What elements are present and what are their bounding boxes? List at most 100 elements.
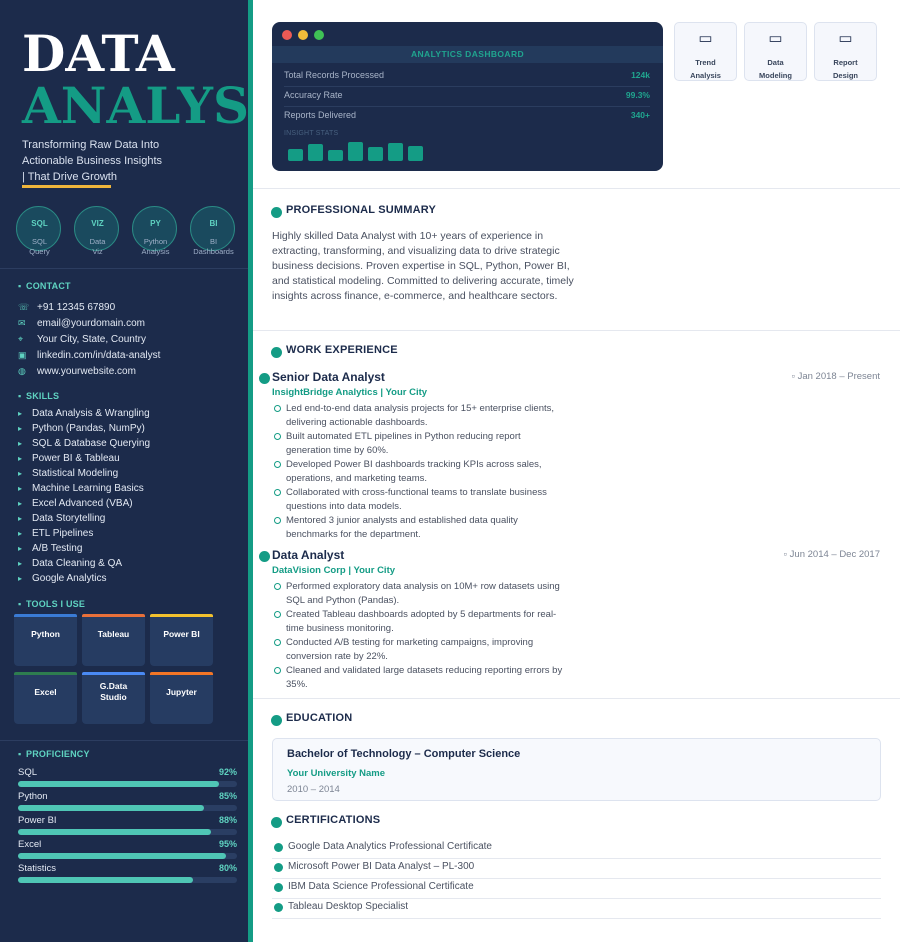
skill-check-icon: ▸ (18, 424, 23, 433)
job-bullet: Led end-to-end data analysis projects fo… (286, 403, 555, 428)
certification-item: IBM Data Science Professional Certificat… (272, 879, 881, 899)
feature-label: Data Modeling (759, 58, 792, 80)
proficiency-value: 95% (218, 839, 237, 849)
skill-check-icon: ▸ (18, 484, 23, 493)
proficiency-track (18, 877, 237, 883)
proficiency-fill (18, 877, 194, 883)
skill-check-icon: ▸ (18, 409, 23, 418)
tool-color-bar (150, 672, 213, 675)
bullet-ring-icon (274, 489, 281, 496)
tool-color-bar (150, 614, 213, 617)
tool-excel: Excel (14, 672, 77, 724)
tool-color-bar (82, 614, 145, 617)
job-company: InsightBridge Analytics | Your City (272, 387, 428, 398)
proficiency-value: 80% (218, 863, 237, 873)
contact-phone[interactable]: ☏ +91 12345 67890 (18, 302, 115, 316)
dashboard-row: Total Records Processed 124k (284, 70, 650, 80)
proficiency-fill (18, 781, 220, 787)
badge-label: Python Analysis (141, 237, 170, 256)
skill-item: ▸ Power BI & Tableau (18, 453, 120, 464)
tool-name: Excel (34, 687, 57, 697)
tool-tableau: Tableau (82, 614, 145, 666)
feature-label: Trend Analysis (690, 58, 721, 80)
skill-item: ▸ Data Storytelling (18, 513, 106, 524)
proficiency-python: Python 85% (18, 791, 237, 817)
contact-email[interactable]: ✉ email@yourdomain.com (18, 318, 145, 332)
tool-color-bar (14, 672, 77, 675)
skill-badges: SQL SQL Query VIZ Data Viz PY Python Analys… (16, 206, 240, 256)
section-marker-dot (271, 207, 282, 218)
proficiency-label: Statistics (18, 863, 57, 874)
phone-icon: ☏ (18, 302, 30, 312)
insight-bar (328, 150, 343, 161)
section-marker-dot (271, 715, 282, 726)
dashboard-row: Accuracy Rate 99.3% (284, 90, 650, 100)
job-bullet: Performed exploratory data analysis on 1… (286, 581, 560, 606)
skill-item: ▸ Data Cleaning & QA (18, 558, 123, 569)
job-title: Senior Data Analyst (272, 370, 385, 384)
cert-badge-icon (274, 863, 283, 872)
summary-heading: PROFESSIONAL SUMMARY (286, 204, 437, 216)
badge-abbr: PY (150, 219, 161, 228)
tagline-line-3: | That Drive Growth (22, 171, 117, 183)
certification-item: Microsoft Power BI Data Analyst – PL-300 (272, 859, 881, 879)
tagline-line-1: Transforming Raw Data Into (22, 139, 160, 151)
dashboard-title: ANALYTICS DASHBOARD (272, 46, 663, 63)
skill-check-icon: ▸ (18, 469, 23, 478)
certifications-heading: CERTIFICATIONS (286, 814, 381, 826)
education-university: Your University Name (287, 768, 386, 779)
proficiency-value: 85% (218, 791, 237, 801)
skill-item: ▸ Statistical Modeling (18, 468, 119, 479)
skill-item: ▸ ETL Pipelines (18, 528, 94, 539)
dashboard-row-divider (284, 106, 650, 107)
certification-item: Tableau Desktop Specialist (272, 899, 881, 919)
report-icon: ▭ (838, 30, 853, 47)
proficiency-fill (18, 829, 211, 835)
badge-abbr: SQL (31, 219, 48, 228)
section-divider (253, 330, 900, 331)
badge-python: PY Python Analysis (132, 206, 177, 256)
job-marker-dot (259, 551, 270, 562)
proficiency-fill (18, 853, 227, 859)
email-icon: ✉ (18, 318, 26, 328)
contact-heading-icon: ▪ (18, 281, 22, 291)
proficiency-track (18, 853, 237, 859)
badge-viz: VIZ Data Viz (74, 206, 119, 256)
badge-label: BI Dashboards (193, 237, 234, 256)
bullet-ring-icon (274, 517, 281, 524)
tool-name: Power BI (163, 629, 200, 639)
section-divider (253, 188, 900, 189)
tool-name: Tableau (97, 629, 130, 639)
proficiency-label: Python (18, 791, 48, 802)
skill-check-icon: ▸ (18, 454, 23, 463)
badge-abbr: VIZ (91, 219, 104, 228)
proficiency-track (18, 829, 237, 835)
job-date: ▫ Jan 2018 – Present (791, 371, 880, 382)
badge-sql: SQL SQL Query (16, 206, 61, 256)
tagline: Transforming Raw Data Into Actionable Bu… (22, 137, 222, 185)
feature-label: Report Design (832, 58, 858, 80)
dashboard-row-divider (284, 86, 650, 87)
job-bullet: Built automated ETL pipelines in Python … (286, 431, 521, 456)
proficiency-track (18, 781, 237, 787)
proficiency-track (18, 805, 237, 811)
proficiency-value: 88% (218, 815, 237, 825)
hero-title-line-1: DATA (22, 24, 175, 83)
skill-item: ▸ Data Analysis & Wrangling (18, 408, 150, 419)
job-bullet: Conducted A/B testing for marketing camp… (286, 637, 534, 662)
skill-check-icon: ▸ (18, 514, 23, 523)
data-model-icon: ▭ (768, 30, 783, 47)
job-title: Data Analyst (272, 548, 345, 562)
proficiency-sql: SQL 92% (18, 767, 237, 793)
tools-heading-icon: ▪ (18, 599, 22, 609)
badge-bi: BI BI Dashboards (190, 206, 235, 256)
skill-item: ▸ SQL & Database Querying (18, 438, 151, 449)
proficiency-heading: ▪ PROFICIENCY (18, 749, 90, 759)
proficiency-heading-icon: ▪ (18, 749, 22, 759)
job-bullet: Mentored 3 junior analysts and establish… (286, 515, 518, 540)
contact-website[interactable]: ◍ www.yourwebsite.com (18, 366, 136, 380)
proficiency-label: Power BI (18, 815, 57, 826)
contact-linkedin[interactable]: ▣ linkedin.com/in/data-analyst (18, 350, 160, 364)
job-bullet: Developed Power BI dashboards tracking K… (286, 459, 542, 484)
sidebar-divider (0, 740, 248, 741)
